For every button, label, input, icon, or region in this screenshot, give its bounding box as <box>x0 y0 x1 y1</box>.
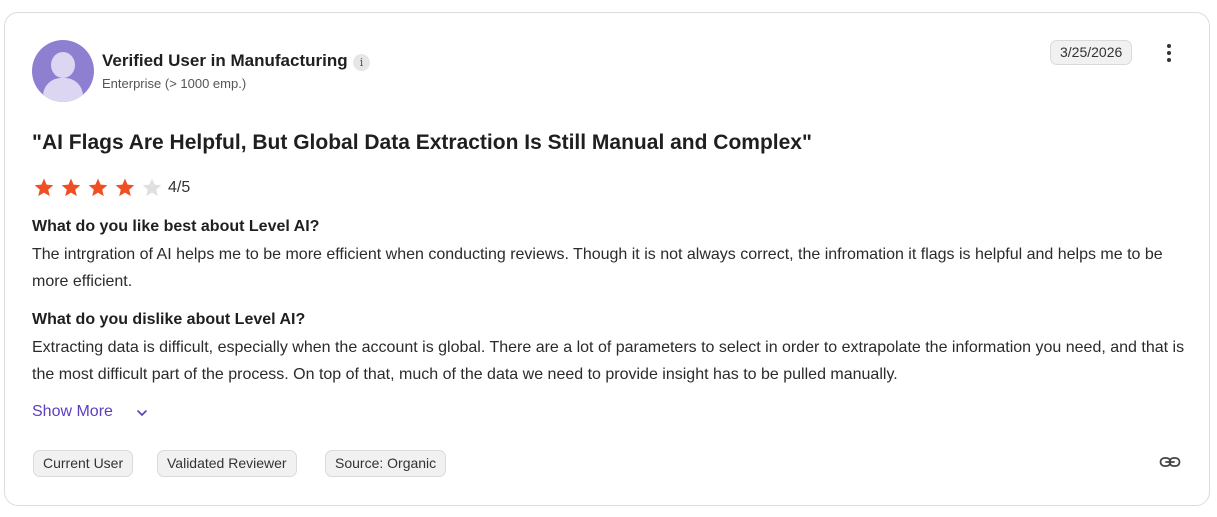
reviewer-company-size: Enterprise (> 1000 emp.) <box>102 76 247 91</box>
review-date-badge: 3/25/2026 <box>1050 40 1133 65</box>
info-icon[interactable]: i <box>353 54 370 71</box>
question-dislike-label: What do you dislike about Level AI? <box>32 311 306 328</box>
rating-text: 4/5 <box>168 179 191 196</box>
tag-validated-reviewer: Validated Reviewer <box>157 450 297 477</box>
question-like-label: What do you like best about Level AI? <box>32 218 320 235</box>
star-filled-icon <box>34 178 54 197</box>
avatar <box>32 40 94 102</box>
review-card: Verified User in Manufacturing i Enterpr… <box>4 12 1210 506</box>
star-empty-icon <box>142 178 162 197</box>
more-vertical-icon[interactable] <box>1161 43 1177 63</box>
avatar-head <box>51 52 75 78</box>
reviewer-name: Verified User in Manufacturing <box>102 51 348 70</box>
chevron-down-icon <box>137 410 147 416</box>
link-icon[interactable] <box>1159 453 1181 471</box>
show-more-label: Show More <box>32 403 113 420</box>
question-dislike-answer: Extracting data is difficult, especially… <box>32 339 1185 383</box>
review-title: "AI Flags Are Helpful, But Global Data E… <box>32 131 812 154</box>
star-filled-icon <box>61 178 81 197</box>
tag-source-organic: Source: Organic <box>325 450 447 477</box>
question-like-answer: The intrgration of AI helps me to be mor… <box>32 246 1163 290</box>
star-filled-icon <box>115 178 135 197</box>
avatar-body <box>43 78 83 102</box>
star-filled-icon <box>88 178 108 197</box>
tag-current-user: Current User <box>33 450 134 477</box>
show-more-button[interactable]: Show More <box>32 403 147 421</box>
